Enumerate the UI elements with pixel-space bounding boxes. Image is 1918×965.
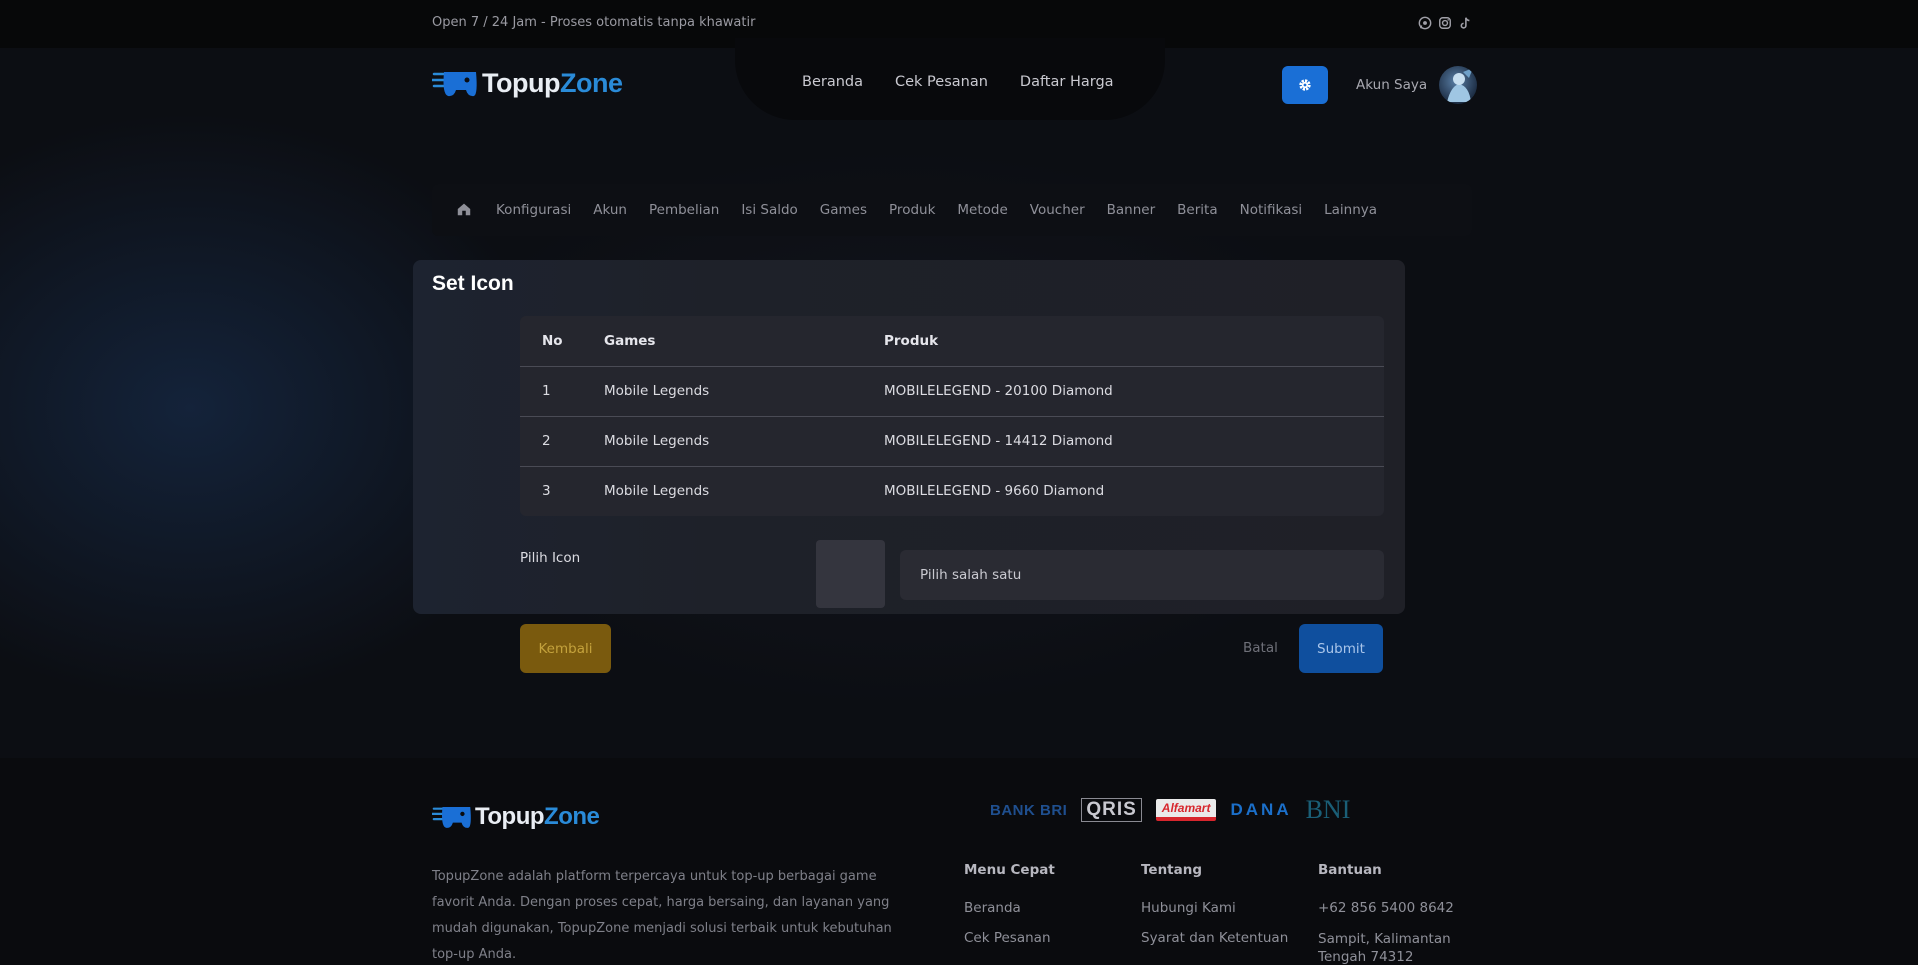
icon-preview (816, 540, 885, 608)
footer-column-tentang: Tentang Hubungi Kami Syarat dan Ketentua… (1141, 862, 1288, 960)
pick-icon-label: Pilih Icon (520, 550, 581, 566)
main-nav: Beranda Cek Pesanan Daftar Harga (802, 74, 1114, 90)
nav-item-cek-pesanan[interactable]: Cek Pesanan (895, 74, 988, 90)
footer-logo[interactable]: TopupZone (432, 800, 600, 833)
nav-item-beranda[interactable]: Beranda (802, 74, 863, 90)
icon-select[interactable]: Pilih salah satu (900, 550, 1384, 600)
menu-item-produk[interactable]: Produk (889, 202, 935, 218)
controller-logo-icon (430, 64, 478, 102)
table-row: 3 Mobile Legends MOBILELEGEND - 9660 Dia… (520, 466, 1384, 516)
home-icon[interactable] (456, 201, 474, 219)
cell-game: Mobile Legends (604, 483, 710, 500)
admin-menu-bar: Konfigurasi Akun Pembelian Isi Saldo Gam… (432, 184, 1472, 236)
footer-link-syarat[interactable]: Syarat dan Ketentuan (1141, 930, 1288, 946)
table-row: 2 Mobile Legends MOBILELEGEND - 14412 Di… (520, 416, 1384, 467)
cell-product: MOBILELEGEND - 14412 Diamond (884, 416, 1384, 467)
cell-product: MOBILELEGEND - 9660 Diamond (884, 483, 1105, 500)
menu-item-isi-saldo[interactable]: Isi Saldo (741, 202, 797, 218)
brand-name-part1: Topup (475, 802, 545, 830)
menu-item-lainnya[interactable]: Lainnya (1324, 202, 1377, 218)
account-label: Akun Saya (1356, 77, 1428, 93)
menu-item-akun[interactable]: Akun (593, 202, 627, 218)
footer-column-title: Menu Cepat (964, 862, 1055, 878)
footer-column-title: Tentang (1141, 862, 1203, 878)
column-header-games: Games (604, 316, 884, 367)
footer-column-bantuan: Bantuan +62 856 5400 8642 Sampit, Kalima… (1318, 862, 1468, 965)
tiktok-icon[interactable] (1458, 16, 1472, 30)
avatar[interactable] (1439, 66, 1478, 104)
footer-column-title: Bantuan (1318, 862, 1382, 878)
payment-logos: BANK BRI QRIS Alfamart DANA BNI (990, 795, 1351, 824)
gear-icon (1299, 79, 1311, 91)
menu-item-pembelian[interactable]: Pembelian (649, 202, 719, 218)
cell-game: Mobile Legends (604, 366, 884, 417)
back-button[interactable]: Kembali (520, 624, 611, 673)
account-menu[interactable]: Akun Saya (1356, 66, 1478, 104)
whatsapp-icon[interactable] (1418, 16, 1432, 30)
table-header-row: No Games Produk (520, 316, 1384, 367)
products-table: No Games Produk 1 Mobile Legends MOBILEL… (520, 316, 1384, 516)
cell-product: MOBILELEGEND - 20100 Diamond (884, 366, 1384, 417)
menu-item-voucher[interactable]: Voucher (1030, 202, 1085, 218)
brand-logo[interactable]: TopupZone (430, 64, 623, 102)
qris-logo: QRIS (1081, 798, 1142, 822)
bni-logo: BNI (1305, 795, 1351, 824)
menu-item-konfigurasi[interactable]: Konfigurasi (496, 202, 571, 218)
brand-name-part2: Zone (559, 67, 623, 98)
site-header: TopupZone Beranda Cek Pesanan Daftar Har… (0, 38, 1918, 122)
instagram-icon[interactable] (1438, 16, 1452, 30)
alfamart-logo: Alfamart (1155, 799, 1217, 821)
footer-link-beranda[interactable]: Beranda (964, 900, 1055, 916)
cell-no: 1 (520, 366, 604, 417)
bri-logo: BANK BRI (990, 801, 1068, 819)
page-title: Set Icon (432, 272, 514, 295)
submit-button[interactable]: Submit (1299, 624, 1383, 673)
controller-logo-icon (432, 806, 471, 828)
footer-link-cek-pesanan[interactable]: Cek Pesanan (964, 930, 1055, 946)
menu-item-games[interactable]: Games (820, 202, 867, 218)
nav-item-daftar-harga[interactable]: Daftar Harga (1020, 74, 1114, 90)
footer-link-hubungi-kami[interactable]: Hubungi Kami (1141, 900, 1288, 916)
site-footer: TopupZone TopupZone adalah platform terp… (0, 758, 1918, 965)
cell-game: Mobile Legends (604, 416, 884, 467)
dana-logo: DANA (1230, 800, 1292, 819)
table-row: 1 Mobile Legends MOBILELEGEND - 20100 Di… (520, 366, 1384, 417)
cancel-button[interactable]: Batal (1243, 640, 1278, 656)
menu-item-metode[interactable]: Metode (957, 202, 1007, 218)
menu-item-berita[interactable]: Berita (1177, 202, 1217, 218)
column-header-produk: Produk (884, 316, 1384, 367)
settings-button[interactable] (1282, 66, 1328, 104)
column-header-no: No (520, 316, 604, 367)
set-icon-card: Set Icon No Games Produk 1 Mobile Legend… (413, 260, 1405, 614)
brand-name-part2: Zone (544, 802, 600, 830)
social-links (1418, 16, 1472, 30)
cell-no: 3 (542, 483, 551, 500)
menu-item-notifikasi[interactable]: Notifikasi (1240, 202, 1303, 218)
footer-description: TopupZone adalah platform terpercaya unt… (432, 869, 892, 962)
cell-no: 2 (520, 416, 604, 467)
footer-column-menu-cepat: Menu Cepat Beranda Cek Pesanan (964, 862, 1055, 960)
brand-name-part1: Topup (482, 67, 560, 98)
footer-phone[interactable]: +62 856 5400 8642 (1318, 900, 1468, 916)
open-hours-text: Open 7 / 24 Jam - Proses otomatis tanpa … (432, 15, 756, 30)
menu-item-banner[interactable]: Banner (1107, 202, 1156, 218)
footer-address: Sampit, Kalimantan Tengah 74312 (1318, 931, 1451, 965)
